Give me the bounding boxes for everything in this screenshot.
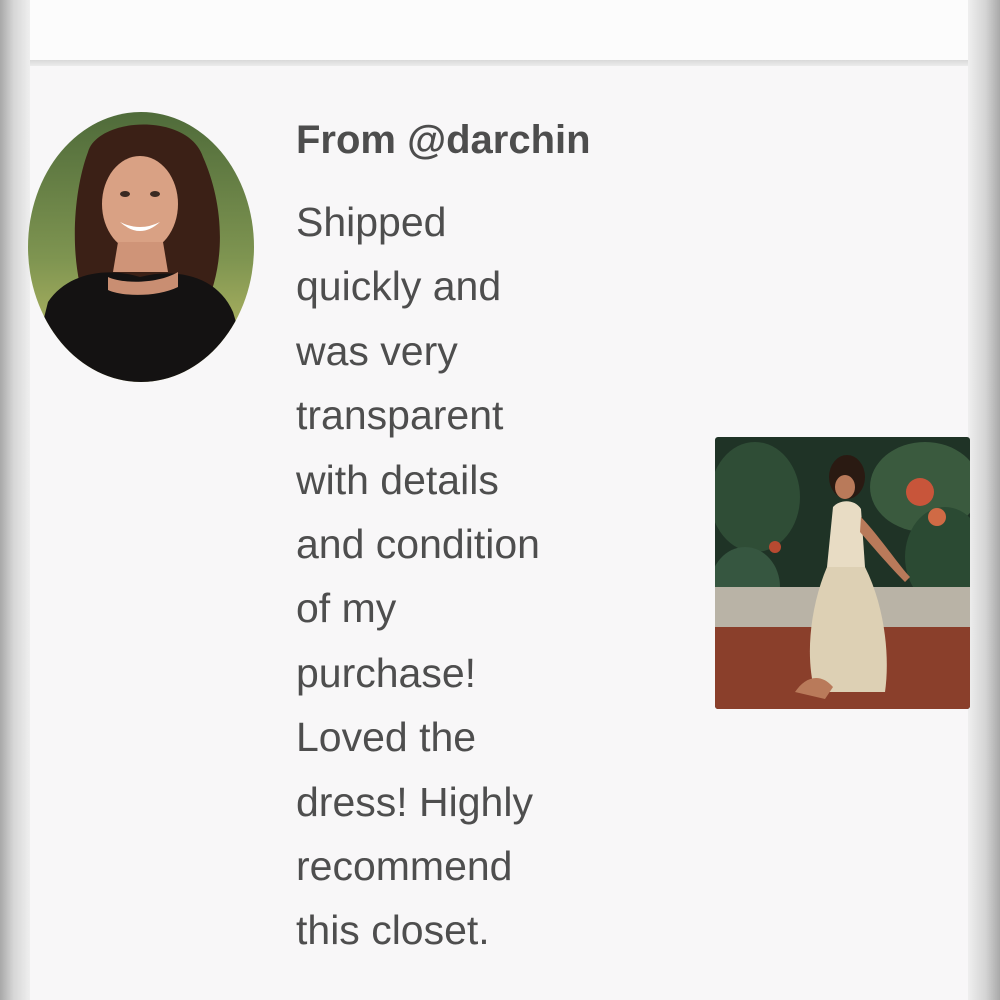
review-author[interactable]: From @darchin bbox=[296, 118, 591, 163]
left-blur-margin bbox=[0, 0, 30, 1000]
review-line: was very bbox=[296, 327, 458, 374]
review-line: this closet. bbox=[296, 907, 490, 954]
review-line: of my bbox=[296, 585, 397, 632]
right-blur-margin bbox=[968, 0, 1000, 1000]
review-line: Shipped bbox=[296, 199, 447, 245]
dress-photo bbox=[715, 437, 970, 709]
review-line: and condition bbox=[296, 521, 540, 568]
review-body: Shipped quickly and was very transparent… bbox=[296, 190, 626, 963]
avatar-photo bbox=[28, 112, 254, 382]
review-line: recommend bbox=[296, 843, 513, 890]
top-bar bbox=[30, 0, 968, 60]
review-line: transparent bbox=[296, 392, 504, 439]
review-line: Loved the bbox=[296, 714, 477, 761]
review-line: quickly and bbox=[296, 263, 502, 310]
review-screenshot: From @darchin Shipped quickly and was ve… bbox=[0, 0, 1000, 1000]
reviewer-avatar[interactable] bbox=[28, 112, 254, 382]
review-photo-thumbnail[interactable] bbox=[715, 437, 970, 709]
review-line: with details bbox=[296, 456, 499, 503]
review-line: dress! Highly bbox=[296, 778, 533, 825]
review-line: purchase! bbox=[296, 649, 477, 696]
